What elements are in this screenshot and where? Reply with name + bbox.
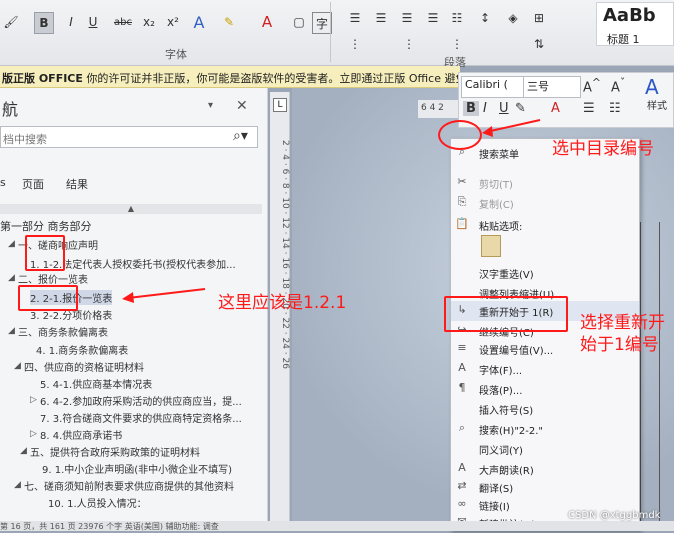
annotation-arrows	[122, 119, 541, 303]
annotation-arrowhead	[482, 126, 493, 137]
annotation-arrowhead	[122, 292, 134, 303]
watermark: CSDN @xtggbmdk	[568, 510, 661, 521]
status-bar: 第 16 页，共 161 页 23976 个字 英语(美国) 辅助功能: 调查	[0, 521, 674, 531]
annotation-arrow	[485, 119, 541, 133]
annotation-arrow	[127, 288, 206, 299]
